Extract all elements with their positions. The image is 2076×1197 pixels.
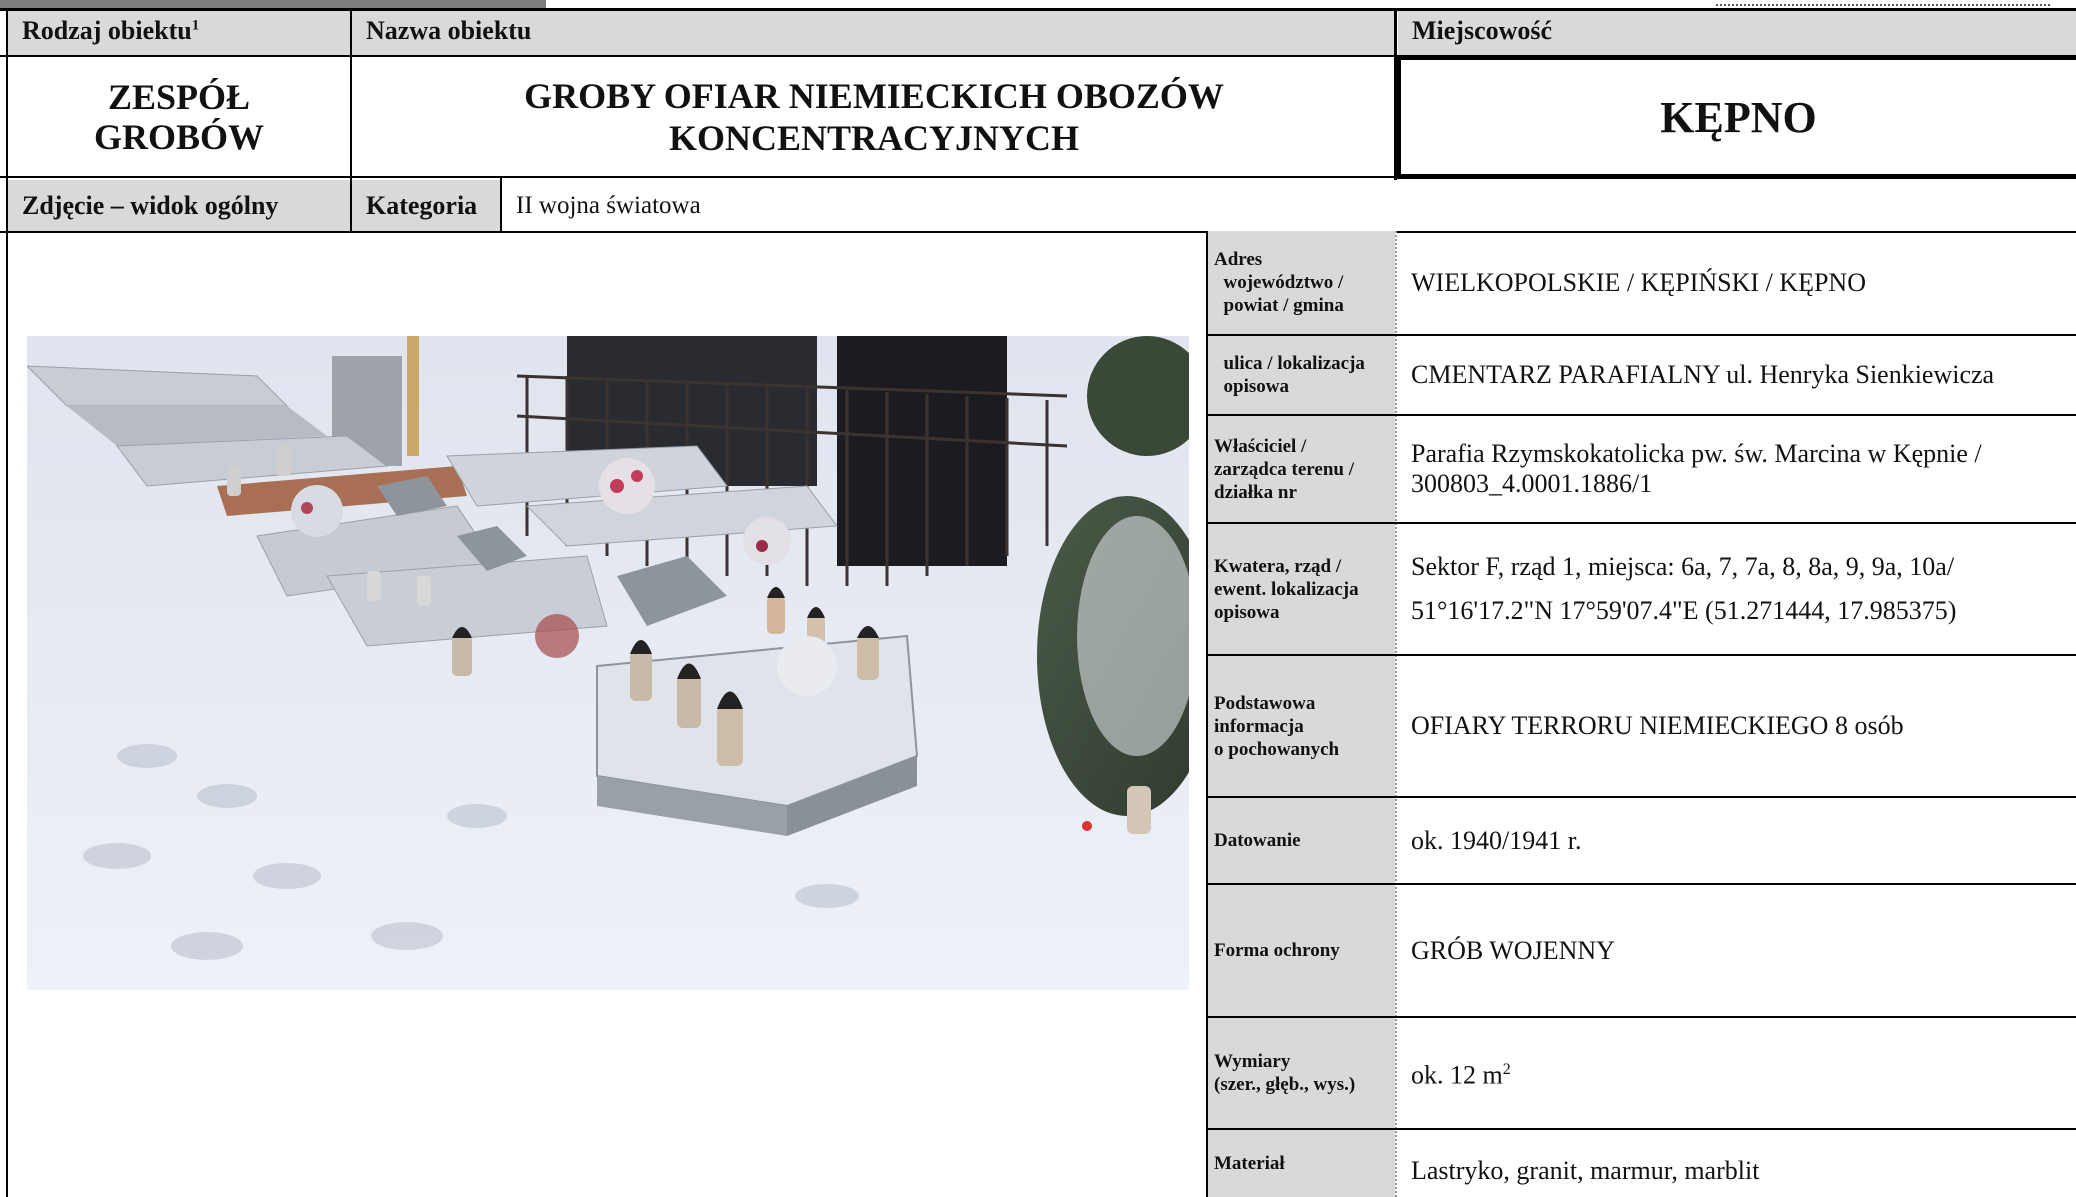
label-line: Adres — [1214, 249, 1263, 270]
label-wlasciciel: Właściciel / zarządca terenu / działka n… — [1208, 416, 1395, 522]
label-datowanie: Datowanie — [1208, 798, 1395, 883]
value-line: Sektor F, rząd 1, miejsca: 6a, 7, 7a, 8,… — [1411, 552, 1955, 581]
miejscowosc-label: Miejscowość — [1398, 10, 2076, 55]
label-forma-ochrony: Forma ochrony — [1208, 885, 1395, 1016]
label-line: województwo / — [1214, 272, 1344, 293]
label-line: Podstawowa — [1214, 692, 1316, 714]
nazwa-obiektu-label: Nazwa obiektu — [352, 10, 1396, 55]
label-line: powiat / gmina — [1214, 295, 1344, 316]
value-line: WIELKOPOLSKIE / KĘPIŃSKI / KĘPNO — [1411, 267, 1866, 297]
label-line: (szer., głęb., wys.) — [1214, 1074, 1356, 1095]
value-material: Lastryko, granit, marmur, marblit — [1397, 1130, 2076, 1197]
kategoria-value: II wojna światowa — [516, 191, 701, 219]
value-wlasciciel: Parafia Rzymskokatolicka pw. św. Marcina… — [1397, 416, 2076, 522]
value-line: ok. 12 m — [1411, 1060, 1503, 1090]
value-forma-ochrony: GRÓB WOJENNY — [1397, 885, 2076, 1016]
label-kwatera: Kwatera, rząd / ewent. lokalizacja opiso… — [1208, 524, 1395, 654]
label-line: informacja — [1214, 715, 1304, 737]
miejscowosc-value: KĘPNO — [1396, 55, 2076, 179]
label-line: ulica / lokalizacja — [1214, 353, 1365, 374]
value-line: ok. 1940/1941 r. — [1411, 825, 1582, 855]
table-border-left — [6, 8, 8, 1197]
value-line: Parafia Rzymskokatolicka pw. św. Marcina… — [1411, 439, 1982, 468]
value-podstawowa-informacja: OFIARY TERRORU NIEMIECKIEGO 8 osób — [1397, 656, 2076, 796]
label-line: ewent. lokalizacja — [1214, 578, 1359, 600]
value-wymiary: ok. 12 m2 — [1397, 1018, 2076, 1128]
kategoria-label: Kategoria — [352, 180, 500, 231]
label-podstawowa-informacja: Podstawowa informacja o pochowanych — [1208, 656, 1395, 796]
rodzaj-label-text: Rodzaj obiektu — [22, 16, 192, 45]
details-table: Adres województwo / powiat / gmina WIELK… — [1206, 231, 2076, 1197]
rodzaj-value-line1: ZESPÓŁ — [107, 76, 251, 117]
label-line: zarządca terenu / — [1214, 458, 1354, 480]
value-line: GRÓB WOJENNY — [1411, 935, 1615, 965]
top-bar-decoration — [0, 0, 546, 8]
label-adres: Adres województwo / powiat / gmina — [1208, 231, 1395, 334]
label-line: opisowa — [1214, 376, 1289, 397]
value-line: 51°16'17.2"N 17°59'07.4"E (51.271444, 17… — [1411, 596, 1957, 625]
label-material: Materiał — [1208, 1130, 1395, 1197]
label-line: Materiał — [1214, 1153, 1285, 1174]
value-ulica: CMENTARZ PARAFIALNY ul. Henryka Sienkiew… — [1397, 336, 2076, 414]
rodzaj-obiektu-value: ZESPÓŁ GROBÓW — [8, 57, 350, 176]
label-line: Kwatera, rząd / — [1214, 555, 1342, 577]
table-border — [350, 8, 352, 233]
label-ulica: ulica / lokalizacja opisowa — [1208, 336, 1395, 414]
value-line: OFIARY TERRORU NIEMIECKIEGO 8 osób — [1411, 711, 1904, 740]
value-line: CMENTARZ PARAFIALNY ul. Henryka Sienkiew… — [1411, 360, 1995, 389]
table-border — [0, 176, 1396, 178]
table-border — [1394, 8, 1397, 180]
footnote-marker: 1 — [191, 17, 200, 34]
label-line: Datowanie — [1214, 830, 1301, 851]
label-wymiary: Wymiary (szer., głęb., wys.) — [1208, 1018, 1395, 1128]
label-line: opisowa — [1214, 601, 1280, 623]
table-border — [500, 178, 502, 233]
rodzaj-value-line2: GROBÓW — [93, 116, 264, 157]
grave-photo — [27, 336, 1189, 990]
rodzaj-obiektu-label: Rodzaj obiektu1 — [8, 10, 350, 55]
nazwa-value-line1: GROBY OFIAR NIEMIECKICH OBOZÓW — [524, 75, 1224, 116]
label-line: o pochowanych — [1214, 738, 1340, 760]
table-border-top — [0, 8, 2076, 11]
nazwa-value-line2: KONCENTRACYJNYCH — [668, 117, 1079, 158]
value-adres: WIELKOPOLSKIE / KĘPIŃSKI / KĘPNO — [1397, 231, 2076, 334]
value-line: 300803_4.0001.1886/1 — [1411, 469, 1653, 498]
superscript: 2 — [1502, 1061, 1511, 1079]
label-line: działka nr — [1214, 481, 1297, 503]
top-dotted-line — [1716, 0, 2050, 6]
value-kwatera: Sektor F, rząd 1, miejsca: 6a, 7, 7a, 8,… — [1397, 524, 2076, 654]
label-line: Właściciel / — [1214, 435, 1307, 457]
label-line: Forma ochrony — [1214, 940, 1340, 961]
value-datowanie: ok. 1940/1941 r. — [1397, 798, 2076, 883]
zdjecie-label: Zdjęcie – widok ogólny — [8, 180, 350, 231]
table-border — [0, 55, 2076, 57]
nazwa-obiektu-value: GROBY OFIAR NIEMIECKICH OBOZÓW KONCENTRA… — [352, 57, 1396, 176]
value-line: Lastryko, granit, marmur, marblit — [1411, 1155, 1760, 1185]
label-line: Wymiary — [1214, 1051, 1291, 1072]
